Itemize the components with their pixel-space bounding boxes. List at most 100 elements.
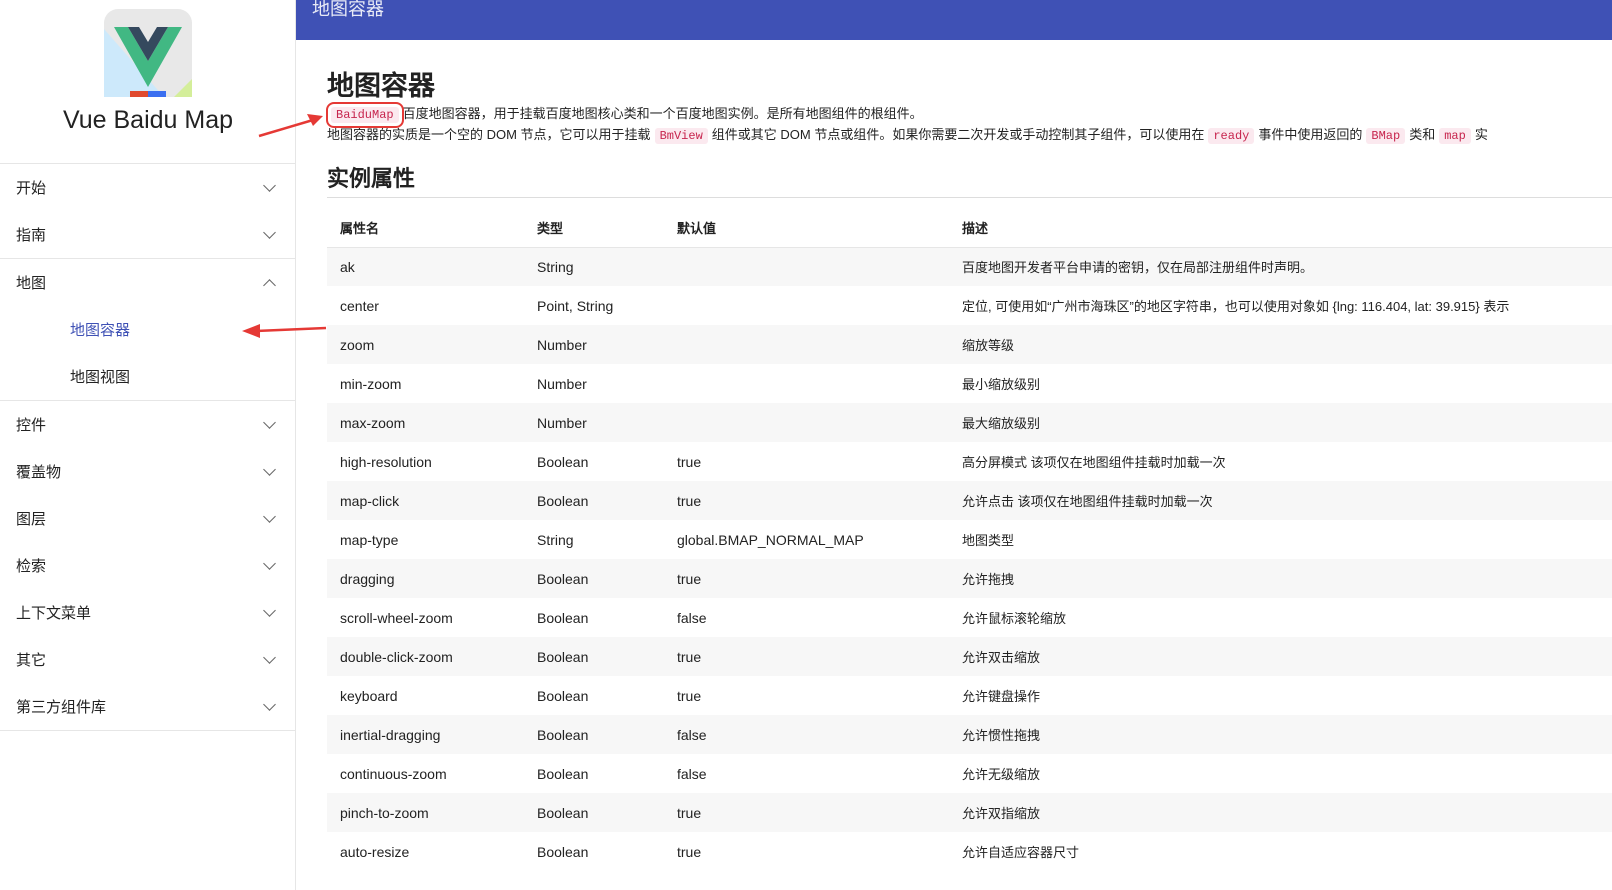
- nav-group-header[interactable]: 开始: [0, 164, 296, 211]
- nav-group-label: 上下文菜单: [16, 605, 92, 622]
- prop-type: Point, String: [537, 297, 614, 314]
- prop-default: true: [677, 843, 702, 860]
- prop-desc: 允许拖拽: [949, 559, 1612, 598]
- prop-default: false: [677, 765, 707, 782]
- code-ready: ready: [1208, 128, 1255, 144]
- prop-default: [664, 286, 949, 325]
- prop-type: Boolean: [537, 843, 589, 860]
- col-type: 类型: [524, 208, 664, 248]
- prop-default: [664, 403, 949, 442]
- prop-name: min-zoom: [340, 375, 402, 392]
- top-bar: 地图容器: [296, 0, 1612, 40]
- nav-item[interactable]: 地图视图: [0, 353, 296, 400]
- nav-group-label: 图层: [16, 511, 47, 528]
- nav-group: 覆盖物: [0, 448, 296, 495]
- chevron-down-icon: [263, 415, 276, 429]
- nav-item-label: 地图视图: [70, 369, 131, 386]
- nav-group-header[interactable]: 上下文菜单: [0, 589, 296, 636]
- prop-name: dragging: [327, 559, 524, 598]
- content: 地图容器 BaiduMap 百度地图容器，用于挂载百度地图核心类和一个百度地图实例…: [326, 40, 1612, 871]
- prop-name: inertial-dragging: [327, 715, 524, 754]
- nav-group-label: 覆盖物: [16, 464, 62, 481]
- description-paragraph: 地图容器的实质是一个空的 DOM 节点，它可以用于挂载 BmView 组件或其它 D…: [327, 125, 1612, 146]
- chevron-down-icon: [263, 556, 276, 570]
- prop-type: Boolean: [524, 715, 664, 754]
- prop-name: map-click: [327, 481, 524, 520]
- brand-title: Vue Baidu Map: [62, 106, 234, 134]
- prop-name: max-zoom: [327, 403, 524, 442]
- prop-desc: 最大缩放级别: [949, 403, 1612, 442]
- prop-desc: 允许双指缩放: [949, 793, 1612, 832]
- chevron-up-icon: [263, 278, 276, 292]
- table-row: map-type String global.BMAP_NORMAL_MAP 地图类型: [327, 520, 1612, 559]
- table-row: continuous-zoom Boolean false 允许无级缩放: [327, 754, 1612, 793]
- props-table: 属性名 类型 默认值 描述 ak String 百度地图开发者平台申请的密钥，仅在局…: [327, 208, 1612, 871]
- topbar-title: 地图容器: [312, 0, 384, 19]
- desc-text: 实: [1474, 127, 1488, 142]
- section-heading: 实例属性: [327, 161, 1612, 198]
- table-row: max-zoom Number 最大缩放级别: [327, 403, 1612, 442]
- prop-desc: 允许自适应容器尺寸: [962, 845, 1080, 860]
- prop-name: ak: [327, 247, 524, 286]
- prop-name: continuous-zoom: [340, 765, 447, 782]
- page-title: 地图容器: [327, 71, 435, 101]
- nav-group-label: 控件: [16, 417, 47, 434]
- chevron-down-icon: [263, 178, 276, 192]
- nav-group-header[interactable]: 第三方组件库: [0, 683, 296, 730]
- desc-text: 事件中使用返回的: [1258, 127, 1363, 142]
- nav-group-header[interactable]: 检索: [0, 542, 296, 589]
- prop-name: pinch-to-zoom: [327, 793, 524, 832]
- table-row: inertial-dragging Boolean false 允许惯性拖拽: [327, 715, 1612, 754]
- prop-type: Number: [524, 325, 664, 364]
- prop-desc: 允许无级缩放: [962, 767, 1041, 782]
- prop-default: [664, 247, 949, 286]
- prop-default: true: [677, 687, 702, 704]
- prop-desc: 允许惯性拖拽: [949, 715, 1612, 754]
- prop-default: [664, 325, 949, 364]
- prop-default: true: [664, 793, 949, 832]
- prop-type: String: [537, 531, 574, 548]
- prop-desc: 允许键盘操作: [962, 689, 1041, 704]
- nav-group-header[interactable]: 指南: [0, 211, 296, 258]
- desc-text: 类和: [1409, 127, 1436, 142]
- nav-group-header[interactable]: 其它: [0, 636, 296, 683]
- prop-default: false: [677, 609, 707, 626]
- prop-type: Number: [524, 403, 664, 442]
- prop-type: Boolean: [524, 637, 664, 676]
- nav-group-header[interactable]: 控件: [0, 401, 296, 448]
- nav-group-header[interactable]: 地图: [0, 259, 296, 306]
- prop-type: Boolean: [524, 481, 664, 520]
- nav-group-label: 地图: [16, 275, 47, 292]
- code-bmview: BmView: [654, 128, 708, 144]
- nav-group-label: 其它: [16, 652, 47, 669]
- code-baidumap: BaiduMap: [326, 102, 404, 128]
- nav-group-header[interactable]: 图层: [0, 495, 296, 542]
- table-row: high-resolution Boolean true 高分屏模式 该项仅在地图组件…: [327, 442, 1612, 481]
- vue-baidu-map-logo-icon: [104, 9, 192, 97]
- nav-group: 检索: [0, 542, 296, 589]
- table-row: center Point, String 定位, 可使用如“广州市海珠区”的地区字符…: [327, 286, 1612, 325]
- nav-group-label: 开始: [16, 180, 47, 197]
- desc-text: 地图容器的实质是一个空的 DOM 节点，它可以用于挂载: [327, 127, 651, 142]
- nav-group: 图层: [0, 495, 296, 542]
- col-default: 默认值: [664, 208, 949, 248]
- nav-group: 控件: [0, 401, 296, 448]
- prop-name: map-type: [340, 531, 399, 548]
- table-row: keyboard Boolean true 允许键盘操作: [327, 676, 1612, 715]
- nav-group: 其它: [0, 636, 296, 683]
- nav-group-label: 第三方组件库: [16, 699, 107, 716]
- prop-desc: 百度地图开发者平台申请的密钥，仅在局部注册组件时声明。: [949, 247, 1612, 286]
- table-row: map-click Boolean true 允许点击 该项仅在地图组件挂载时加载一次: [327, 481, 1612, 520]
- nav-item[interactable]: 地图容器: [0, 306, 296, 353]
- nav-group-label: 检索: [16, 558, 47, 575]
- prop-desc: 定位, 可使用如“广州市海珠区”的地区字符串，也可以使用对象如 {lng: 11…: [962, 299, 1510, 314]
- prop-type: Boolean: [524, 793, 664, 832]
- nav-group-header[interactable]: 覆盖物: [0, 448, 296, 495]
- nav-group-label: 指南: [16, 227, 47, 244]
- chevron-down-icon: [263, 462, 276, 476]
- prop-default: [664, 364, 949, 403]
- chevron-down-icon: [263, 697, 276, 711]
- prop-name: double-click-zoom: [327, 637, 524, 676]
- chevron-down-icon: [263, 225, 276, 239]
- prop-name: zoom: [327, 325, 524, 364]
